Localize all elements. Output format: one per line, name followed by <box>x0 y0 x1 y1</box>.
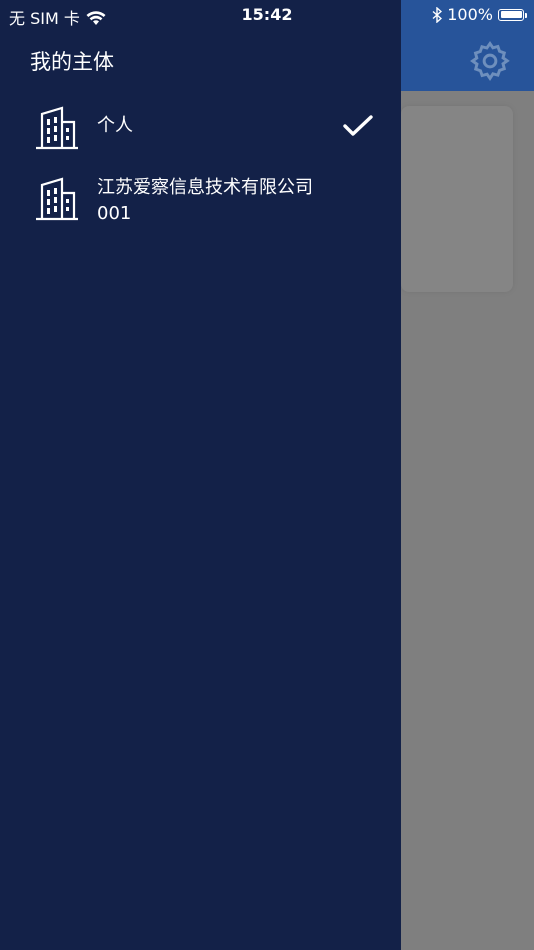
drawer-title: 我的主体 <box>30 50 114 74</box>
entity-item-company[interactable]: 江苏爱察信息技术有限公司 001 <box>0 175 401 227</box>
bluetooth-icon <box>432 6 443 23</box>
entity-label: 个人 <box>97 115 133 136</box>
battery-percent: 100% <box>447 5 493 24</box>
clock: 15:42 <box>241 5 293 24</box>
wifi-icon <box>86 10 106 25</box>
background-card <box>401 106 513 292</box>
battery-icon <box>498 8 527 21</box>
gear-icon[interactable] <box>468 39 512 83</box>
entity-item-personal[interactable]: 个人 <box>0 104 401 150</box>
status-bar: 无 SIM 卡 15:42 100% <box>0 0 534 30</box>
building-icon <box>36 177 78 221</box>
building-icon <box>36 106 78 150</box>
entity-drawer: 我的主体 个人 江苏爱察信息技术有限公司 001 <box>0 0 401 950</box>
carrier-text: 无 SIM 卡 <box>9 9 80 28</box>
checkmark-icon <box>343 115 373 136</box>
entity-label: 江苏爱察信息技术有限公司 001 <box>97 177 313 224</box>
